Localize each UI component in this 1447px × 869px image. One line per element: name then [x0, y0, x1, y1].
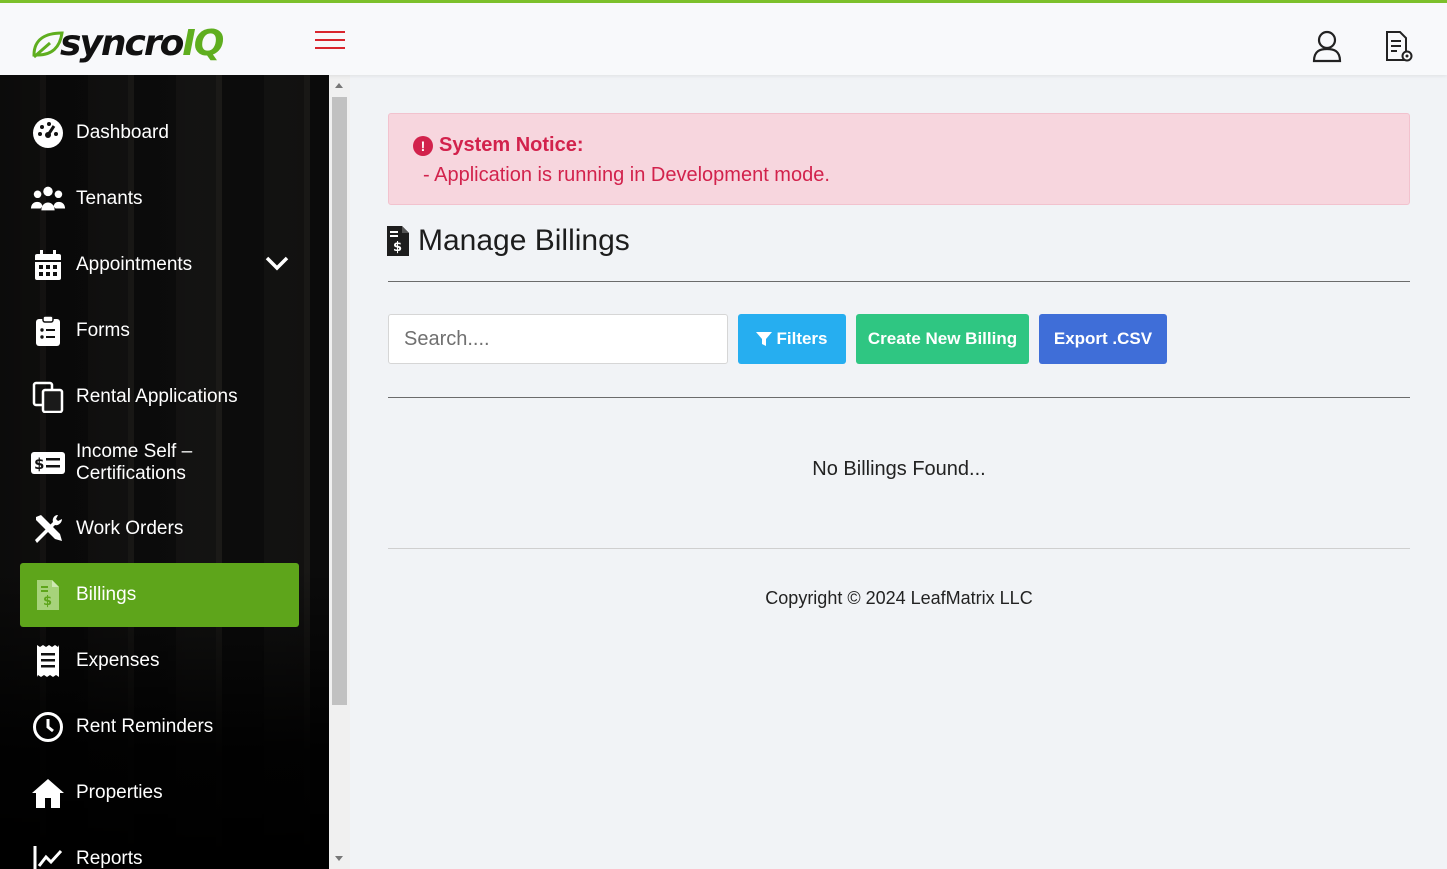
- sidebar-item-label: Work Orders: [76, 518, 184, 539]
- sidebar-item-tenants[interactable]: Tenants: [20, 167, 299, 231]
- sidebar-item-label: Rent Reminders: [76, 716, 214, 737]
- sidebar-item-reports[interactable]: Reports: [20, 827, 299, 869]
- user-icon[interactable]: [1311, 29, 1343, 63]
- divider: [388, 397, 1410, 398]
- notice-title: System Notice:: [439, 134, 584, 156]
- receipt-icon: [30, 643, 66, 679]
- notice-title-row: ! System Notice:: [413, 134, 584, 157]
- dashboard-icon: [30, 115, 66, 151]
- sidebar-item-label: Reports: [76, 848, 143, 869]
- notice-message: - Application is running in Development …: [423, 164, 830, 186]
- sidebar-scrollbar[interactable]: [329, 75, 350, 869]
- sidebar-item-income-self-certifications[interactable]: $ Income Self – Certifications: [20, 431, 299, 495]
- clock-icon: [30, 709, 66, 745]
- leaf-icon: [32, 31, 64, 59]
- tools-icon: [30, 511, 66, 547]
- sidebar-item-label: Rental Applications: [76, 386, 238, 407]
- sidebar-item-billings[interactable]: $ Billings: [20, 563, 299, 627]
- home-icon: [30, 775, 66, 811]
- create-button-label: Create New Billing: [867, 329, 1018, 348]
- sidebar-item-label: Billings: [76, 584, 137, 605]
- divider: [388, 281, 1410, 282]
- sidebar-item-forms[interactable]: Forms: [20, 299, 299, 363]
- sidebar-item-label: Tenants: [76, 188, 143, 209]
- filter-icon: [756, 332, 773, 346]
- calendar-icon: [30, 247, 66, 283]
- page-title: $ Manage Billings: [386, 224, 630, 258]
- create-new-billing-button[interactable]: Create New Billing: [856, 314, 1029, 364]
- brand-wordmark: syncroIQ: [60, 23, 224, 64]
- users-icon: [30, 181, 66, 217]
- copy-icon: [30, 379, 66, 415]
- clipboard-icon: [30, 313, 66, 349]
- sidebar: Dashboard Tenants Appointments Forms Ren…: [0, 75, 329, 869]
- footer-divider: [388, 548, 1410, 549]
- brand-logo[interactable]: syncroIQ: [30, 21, 224, 67]
- exclamation-circle-icon: !: [413, 135, 433, 156]
- sidebar-item-label: Forms: [76, 320, 130, 341]
- export-csv-button[interactable]: Export .CSV: [1039, 314, 1167, 364]
- sidebar-item-dashboard[interactable]: Dashboard: [20, 101, 299, 165]
- sidebar-item-label: Dashboard: [76, 122, 169, 143]
- hamburger-icon[interactable]: [315, 31, 345, 51]
- file-invoice-dollar-icon: $: [387, 226, 409, 256]
- document-settings-icon[interactable]: [1382, 29, 1414, 63]
- sidebar-item-work-orders[interactable]: Work Orders: [20, 497, 299, 561]
- sidebar-item-label: Properties: [76, 782, 163, 803]
- sidebar-item-expenses[interactable]: Expenses: [20, 629, 299, 693]
- export-button-label: Export .CSV: [1053, 329, 1153, 348]
- sidebar-item-label: Income Self – Certifications: [76, 441, 193, 484]
- system-notice-alert: ! System Notice: - Application is runnin…: [388, 113, 1410, 205]
- sidebar-item-label: Appointments: [76, 254, 193, 275]
- page-title-text: Manage Billings: [418, 224, 630, 257]
- svg-text:$: $: [34, 455, 44, 473]
- sidebar-item-appointments[interactable]: Appointments: [20, 233, 299, 297]
- sidebar-item-rent-reminders[interactable]: Rent Reminders: [20, 695, 299, 759]
- scroll-down-icon[interactable]: [335, 856, 343, 861]
- invoice-icon: $: [30, 577, 66, 613]
- copyright-text: Copyright © 2024 LeafMatrix LLC: [765, 588, 1033, 608]
- sidebar-item-rental-applications[interactable]: Rental Applications: [20, 365, 299, 429]
- scrollbar-thumb[interactable]: [332, 97, 347, 705]
- chart-line-icon: [30, 841, 66, 869]
- sidebar-item-properties[interactable]: Properties: [20, 761, 299, 825]
- sidebar-item-label: Expenses: [76, 650, 160, 671]
- filters-button-label: Filters: [776, 329, 828, 348]
- filters-button[interactable]: Filters: [738, 314, 846, 364]
- scroll-up-icon[interactable]: [335, 83, 343, 88]
- svg-text:$: $: [393, 240, 402, 255]
- empty-state-message: No Billings Found...: [812, 458, 986, 480]
- svg-text:$: $: [43, 594, 52, 609]
- search-input[interactable]: [388, 314, 728, 364]
- money-bill-icon: $: [30, 445, 66, 481]
- chevron-down-icon[interactable]: [265, 255, 289, 271]
- top-navbar: syncroIQ: [0, 0, 1447, 75]
